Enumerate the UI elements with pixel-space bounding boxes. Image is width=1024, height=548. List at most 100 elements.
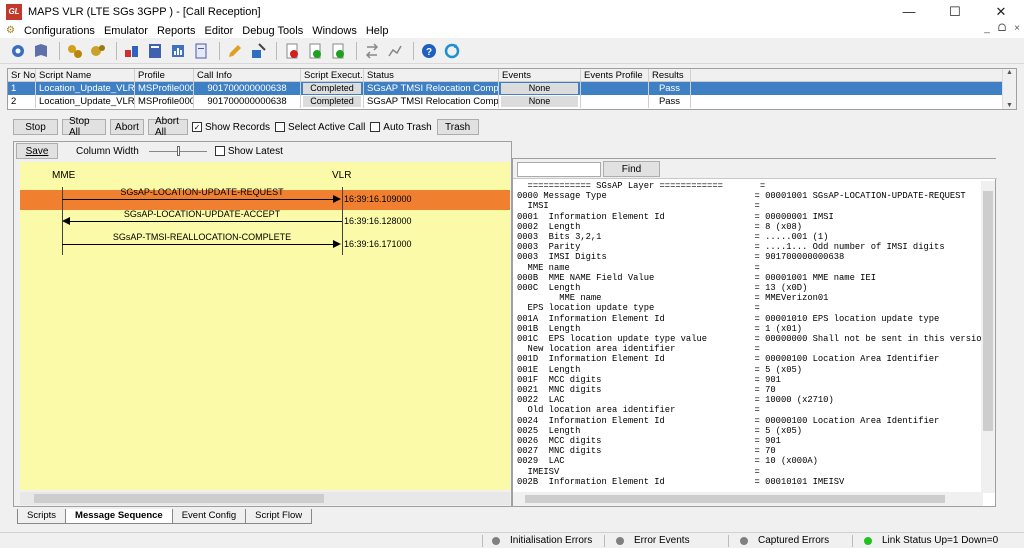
help-icon[interactable]: ? [419, 41, 439, 61]
gears-icon[interactable] [88, 41, 108, 61]
tab-script-flow[interactable]: Script Flow [245, 509, 313, 524]
book-icon[interactable] [31, 41, 51, 61]
col-events[interactable]: Events [499, 69, 581, 81]
stop-script-icon[interactable] [282, 41, 302, 61]
menu-reports[interactable]: Reports [157, 25, 196, 37]
transfer-arrows-icon[interactable] [362, 41, 382, 61]
cell-events[interactable]: None [501, 83, 578, 94]
menu-help[interactable]: Help [366, 25, 389, 37]
scrollbar-thumb[interactable] [34, 494, 324, 503]
col-sr-no[interactable]: Sr No [8, 69, 36, 81]
reports-icon[interactable] [168, 41, 188, 61]
captured-errors-status[interactable]: Captured Errors [740, 535, 829, 546]
edit-pencil-icon[interactable] [225, 41, 245, 61]
table-vertical-scrollbar[interactable]: ▲ ▼ [1002, 69, 1016, 109]
decode-line: New location area identifier = [517, 344, 760, 355]
scrollbar-thumb[interactable] [983, 191, 993, 431]
tab-event-config[interactable]: Event Config [171, 509, 247, 524]
slider-knob[interactable] [176, 146, 180, 156]
col-script-name[interactable]: Script Name [36, 69, 135, 81]
run-script-icon[interactable] [305, 41, 325, 61]
col-events-profile[interactable]: Events Profile [581, 69, 649, 81]
trace-icon[interactable] [385, 41, 405, 61]
cell-events-profile [581, 95, 649, 108]
find-button[interactable]: Find [603, 161, 660, 177]
column-width-label: Column Width [76, 145, 139, 157]
stop-button[interactable]: Stop [13, 119, 58, 135]
auto-trash-checkbox[interactable]: Auto Trash [370, 122, 432, 133]
close-button[interactable]: ✕ [978, 0, 1024, 23]
message-timestamp: 16:39:16.171000 [344, 239, 412, 249]
horizontal-scrollbar[interactable] [513, 492, 983, 506]
decode-line: MME name = MMEVerizon01 [517, 293, 829, 304]
init-errors-status[interactable]: Initialisation Errors [492, 535, 592, 546]
menu-windows[interactable]: Windows [312, 25, 357, 37]
decode-line: 0002 Length = 8 (x08) [517, 221, 803, 232]
message-timestamp: 16:39:16.128000 [344, 216, 412, 226]
abort-button[interactable]: Abort [110, 119, 144, 135]
col-profile[interactable]: Profile [135, 69, 194, 81]
status-dot-icon [740, 536, 748, 545]
message-sequence-panel: Save Column Width Show Latest MME VLR SG… [13, 141, 512, 507]
cell-status: SGsAP TMSI Relocation Completed [364, 95, 499, 108]
captured-errors-label: Captured Errors [758, 535, 830, 546]
message-label[interactable]: SGsAP-TMSI-REALLOCATION-COMPLETE [52, 232, 352, 242]
error-events-status[interactable]: Error Events [616, 535, 690, 546]
col-results[interactable]: Results [649, 69, 691, 81]
scroll-down-icon[interactable]: ▼ [1006, 102, 1013, 109]
link-status-label: Link Status Up=1 Down=0 [882, 535, 999, 546]
decode-line: 0026 MCC digits = 901 [517, 436, 781, 447]
select-active-call-checkbox[interactable]: Select Active Call [275, 122, 365, 133]
col-script-execution[interactable]: Script Execut... [301, 69, 364, 81]
table-row[interactable]: 1 Location_Update_VLR.gls MSProfile0001 … [8, 82, 1016, 95]
decode-line: 0024 Information Element Id = 00000100 L… [517, 415, 940, 426]
menu-emulator[interactable]: Emulator [104, 25, 148, 37]
find-input[interactable] [517, 162, 601, 177]
run-all-icon[interactable] [328, 41, 348, 61]
notebook-icon[interactable] [145, 41, 165, 61]
maximize-button[interactable]: ☐ [932, 0, 978, 23]
vertical-scrollbar[interactable] [981, 181, 995, 493]
cell-sr-no: 1 [8, 82, 36, 95]
table-row[interactable]: 2 Location_Update_VLR.gls MSProfile0001 … [8, 95, 1016, 108]
blocks-icon[interactable] [122, 41, 142, 61]
decode-line: 000B MME NAME Field Value = 00001001 MME… [517, 272, 876, 283]
refresh-icon[interactable] [442, 41, 462, 61]
scrollbar-thumb[interactable] [525, 495, 945, 503]
table-header: Sr No Script Name Profile Call Info Scri… [8, 69, 1016, 82]
mdi-close-button[interactable]: × [1014, 23, 1020, 34]
document-icon[interactable] [191, 41, 211, 61]
settings-gear-icon[interactable] [8, 41, 28, 61]
mdi-restore-button[interactable]: ᗝ [998, 23, 1006, 34]
tab-message-sequence[interactable]: Message Sequence [65, 509, 173, 524]
trash-button[interactable]: Trash [436, 119, 479, 135]
save-button[interactable]: Save [16, 143, 58, 159]
scroll-up-icon[interactable]: ▲ [1006, 69, 1013, 76]
decode-line: 0025 Length = 5 (x05) [517, 425, 803, 436]
show-records-checkbox[interactable]: ✓ Show Records [192, 122, 270, 133]
menu-debug-tools[interactable]: Debug Tools [242, 25, 303, 37]
menu-configurations[interactable]: Configurations [24, 25, 95, 37]
column-width-slider[interactable] [148, 145, 207, 157]
mdi-system-icon[interactable]: ⚙ [6, 25, 18, 37]
message-arrow-line[interactable] [62, 244, 334, 245]
decode-line: 001A Information Element Id = 00001010 E… [517, 313, 940, 324]
col-status[interactable]: Status [364, 69, 499, 81]
cell-events[interactable]: None [501, 96, 578, 107]
menu-editor[interactable]: Editor [205, 25, 234, 37]
wizard-icon[interactable] [248, 41, 268, 61]
message-label[interactable]: SGsAP-LOCATION-UPDATE-ACCEPT [52, 209, 352, 219]
message-arrow-line[interactable] [70, 221, 342, 222]
show-latest-checkbox[interactable]: Show Latest [214, 146, 283, 157]
message-arrow-line[interactable] [62, 199, 334, 200]
gear-pair-icon[interactable] [65, 41, 85, 61]
minimize-button[interactable]: — [886, 0, 932, 23]
col-call-info[interactable]: Call Info [194, 69, 301, 81]
mdi-minimize-button[interactable]: _ [984, 23, 990, 34]
stop-all-button[interactable]: Stop All [62, 116, 106, 138]
horizontal-scrollbar[interactable] [20, 492, 510, 505]
message-label[interactable]: SGsAP-LOCATION-UPDATE-REQUEST [52, 187, 352, 197]
status-dot-icon [616, 536, 624, 545]
abort-all-button[interactable]: Abort All [148, 116, 188, 138]
tab-scripts[interactable]: Scripts [17, 509, 67, 524]
